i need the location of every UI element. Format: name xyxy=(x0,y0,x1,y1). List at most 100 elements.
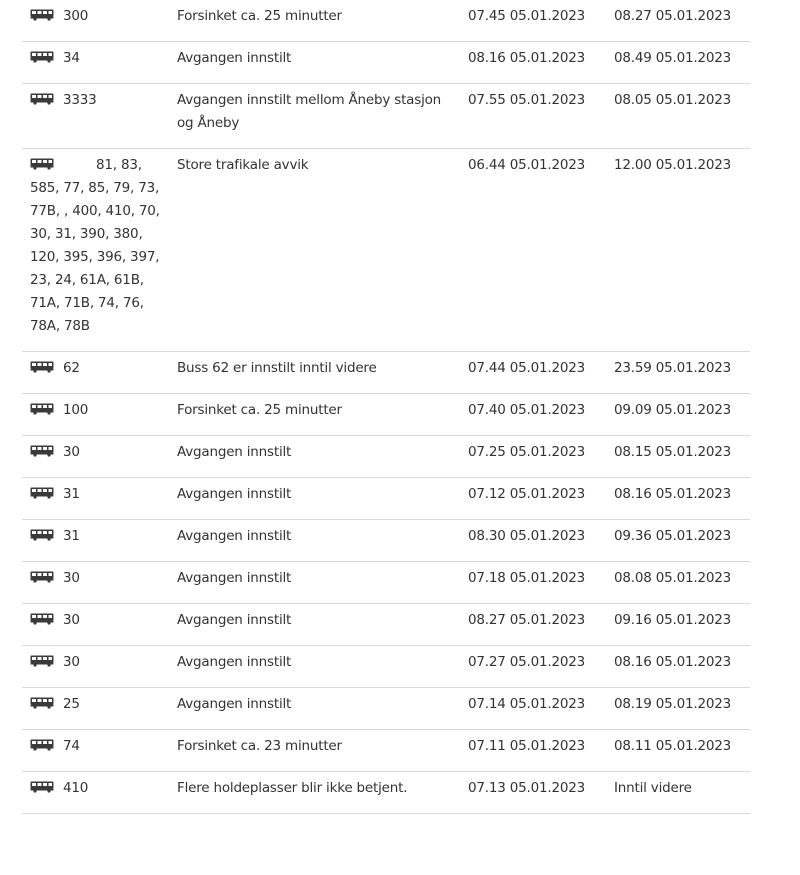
bus-icon xyxy=(30,571,54,583)
line-cell: 74 xyxy=(30,735,170,758)
line-cell: 100 xyxy=(30,399,170,422)
valid-from: 07.13 05.01.2023 xyxy=(468,780,586,796)
deviation-description: Avgangen innstilt xyxy=(177,50,292,66)
valid-from: 07.25 05.01.2023 xyxy=(468,444,586,460)
table-row[interactable]: 81, 83, 585, 77, 85, 79, 73, 77B, , 400,… xyxy=(22,149,750,352)
deviation-description: Avgangen innstilt mellom Åneby stasjon o… xyxy=(177,92,442,131)
bus-icon xyxy=(30,655,54,667)
line-cell: 31 xyxy=(30,483,170,506)
valid-from: 08.27 05.01.2023 xyxy=(468,612,586,628)
table-row[interactable]: 74 Forsinket ca. 23 minutter 07.11 05.01… xyxy=(22,730,750,772)
deviation-description: Avgangen innstilt xyxy=(177,696,292,712)
line-number: 410 xyxy=(63,780,89,796)
table-row[interactable]: 62 Buss 62 er innstilt inntil videre 07.… xyxy=(22,352,750,394)
deviation-description: Avgangen innstilt xyxy=(177,528,292,544)
line-number: 30 xyxy=(63,654,80,670)
bus-icon xyxy=(30,9,54,21)
valid-to: 08.11 05.01.2023 xyxy=(614,738,732,754)
table-row[interactable]: 31 Avgangen innstilt 08.30 05.01.2023 09… xyxy=(22,520,750,562)
valid-from: 07.11 05.01.2023 xyxy=(468,738,586,754)
line-number: 300 xyxy=(63,8,89,24)
line-cell: 31 xyxy=(30,525,170,548)
bus-icon xyxy=(30,697,54,709)
table-row[interactable]: 31 Avgangen innstilt 07.12 05.01.2023 08… xyxy=(22,478,750,520)
line-number: 3333 xyxy=(63,92,97,108)
valid-to: 08.19 05.01.2023 xyxy=(614,696,732,712)
valid-to: 12.00 05.01.2023 xyxy=(614,157,732,173)
deviation-description: Avgangen innstilt xyxy=(177,444,292,460)
bus-icon xyxy=(30,403,54,415)
valid-from: 07.27 05.01.2023 xyxy=(468,654,586,670)
deviation-description: Avgangen innstilt xyxy=(177,486,292,502)
line-number: 62 xyxy=(63,360,80,376)
valid-to: 09.09 05.01.2023 xyxy=(614,402,732,418)
bus-icon xyxy=(30,93,54,105)
valid-to: 08.16 05.01.2023 xyxy=(614,654,732,670)
valid-to: 08.05 05.01.2023 xyxy=(614,92,732,108)
valid-from: 07.12 05.01.2023 xyxy=(468,486,586,502)
valid-to: 08.27 05.01.2023 xyxy=(614,8,732,24)
table-row[interactable]: 410 Flere holdeplasser blir ikke betjent… xyxy=(22,772,750,814)
bus-icon xyxy=(30,487,54,499)
line-cell: 34 xyxy=(30,47,170,70)
table-row[interactable]: 30 Avgangen innstilt 07.18 05.01.2023 08… xyxy=(22,562,750,604)
deviation-description: Forsinket ca. 25 minutter xyxy=(177,402,342,418)
valid-from: 08.30 05.01.2023 xyxy=(468,528,586,544)
line-number: 100 xyxy=(63,402,89,418)
valid-to: 08.49 05.01.2023 xyxy=(614,50,732,66)
line-number: 34 xyxy=(63,50,80,66)
valid-from: 07.40 05.01.2023 xyxy=(468,402,586,418)
deviation-description: Forsinket ca. 25 minutter xyxy=(177,8,342,24)
deviation-description: Avgangen innstilt xyxy=(177,612,292,628)
line-number: 30 xyxy=(63,612,80,628)
valid-from: 07.14 05.01.2023 xyxy=(468,696,586,712)
valid-to: 08.08 05.01.2023 xyxy=(614,570,732,586)
table-row[interactable]: 30 Avgangen innstilt 07.27 05.01.2023 08… xyxy=(22,646,750,688)
valid-to: 09.16 05.01.2023 xyxy=(614,612,732,628)
line-number: 31 xyxy=(63,486,80,502)
line-cell: 3333 xyxy=(30,89,170,135)
valid-from: 07.44 05.01.2023 xyxy=(468,360,586,376)
bus-icon xyxy=(30,739,54,751)
line-number: 30 xyxy=(63,444,80,460)
valid-from: 08.16 05.01.2023 xyxy=(468,50,586,66)
line-cell: 30 xyxy=(30,609,170,632)
deviation-description: Flere holdeplasser blir ikke betjent. xyxy=(177,780,408,796)
bus-icon xyxy=(30,361,54,373)
line-number: 31 xyxy=(63,528,80,544)
bus-icon xyxy=(30,158,54,170)
deviation-description: Avgangen innstilt xyxy=(177,654,292,670)
table-row[interactable]: 25 Avgangen innstilt 07.14 05.01.2023 08… xyxy=(22,688,750,730)
line-cell: 30 xyxy=(30,441,170,464)
line-cell: 30 xyxy=(30,567,170,590)
table-row[interactable]: 3333 Avgangen innstilt mellom Åneby stas… xyxy=(22,84,750,149)
table-row[interactable]: 300 Forsinket ca. 25 minutter 07.45 05.0… xyxy=(22,0,750,42)
valid-to: 08.16 05.01.2023 xyxy=(614,486,732,502)
deviation-description: Buss 62 er innstilt inntil videre xyxy=(177,360,377,376)
line-cell: 81, 83, 585, 77, 85, 79, 73, 77B, , 400,… xyxy=(30,154,170,338)
line-number: 25 xyxy=(63,696,80,712)
table-row[interactable]: 34 Avgangen innstilt 08.16 05.01.2023 08… xyxy=(22,42,750,84)
line-cell: 30 xyxy=(30,651,170,674)
deviation-description: Forsinket ca. 23 minutter xyxy=(177,738,342,754)
valid-from: 07.45 05.01.2023 xyxy=(468,8,586,24)
valid-to: 08.15 05.01.2023 xyxy=(614,444,732,460)
line-cell: 410 xyxy=(30,777,170,800)
table-row[interactable]: 30 Avgangen innstilt 08.27 05.01.2023 09… xyxy=(22,604,750,646)
bus-icon xyxy=(30,529,54,541)
deviation-description: Avgangen innstilt xyxy=(177,570,292,586)
valid-from: 07.18 05.01.2023 xyxy=(468,570,586,586)
bus-icon xyxy=(30,445,54,457)
valid-to: Inntil videre xyxy=(614,780,692,796)
line-cell: 25 xyxy=(30,693,170,716)
line-number: 30 xyxy=(63,570,80,586)
line-cell: 300 xyxy=(30,5,170,28)
table-row[interactable]: 100 Forsinket ca. 25 minutter 07.40 05.0… xyxy=(22,394,750,436)
table-row[interactable]: 30 Avgangen innstilt 07.25 05.01.2023 08… xyxy=(22,436,750,478)
line-number: 74 xyxy=(63,738,80,754)
valid-to: 09.36 05.01.2023 xyxy=(614,528,732,544)
bus-icon xyxy=(30,51,54,63)
disruption-table: 300 Forsinket ca. 25 minutter 07.45 05.0… xyxy=(22,0,750,814)
bus-icon xyxy=(30,613,54,625)
line-number: 81, 83, 585, 77, 85, 79, 73, 77B, , 400,… xyxy=(30,157,160,334)
